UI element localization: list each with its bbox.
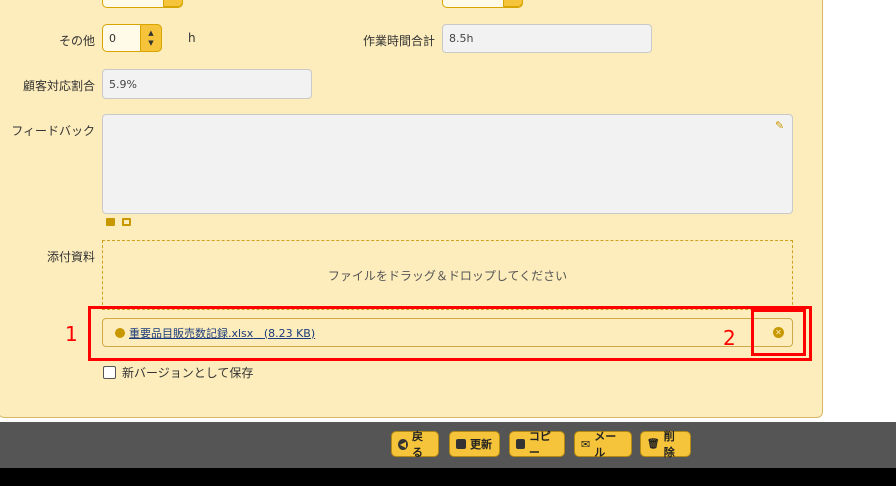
annotation-marker-1: 1 — [65, 322, 78, 346]
other-label: その他 — [58, 34, 95, 48]
top-left-stepper-stub[interactable]: ▼ — [102, 0, 183, 8]
back-button[interactable]: ◀ 戻る — [391, 430, 439, 459]
copy-button[interactable]: コピー — [509, 430, 565, 459]
delete-label: 削除 — [663, 430, 675, 459]
new-version-checkbox[interactable] — [103, 366, 116, 379]
annotation-marker-2: 2 — [723, 326, 736, 350]
chevron-down-icon[interactable]: ▼ — [163, 0, 183, 7]
annotation-box-1 — [88, 306, 812, 361]
envelope-icon: ✉ — [581, 437, 591, 451]
other-hours-stepper[interactable]: 0 ▲ ▼ — [102, 24, 162, 52]
attachment-label: 添付資料 — [46, 250, 95, 264]
chevron-up-icon[interactable]: ▲ — [148, 28, 153, 38]
delete-button[interactable]: 🗑 削除 — [640, 430, 691, 459]
total-hours-label: 作業時間合計 — [362, 34, 435, 48]
chevron-down-icon[interactable]: ▼ — [148, 38, 153, 48]
bottom-strip — [0, 468, 896, 486]
copy-label: コピー — [528, 430, 551, 459]
total-hours-field: 8.5h — [442, 24, 652, 53]
back-label: 戻る — [412, 430, 423, 459]
mail-label: メール — [594, 430, 617, 459]
table-icon[interactable] — [122, 218, 131, 226]
total-hours-value: 8.5h — [449, 32, 474, 45]
other-unit: h — [188, 31, 196, 45]
stepper-buttons[interactable]: ▲ ▼ — [140, 24, 162, 52]
save-icon — [456, 439, 466, 449]
footer-bar — [0, 422, 896, 468]
update-label: 更新 — [470, 438, 492, 451]
top-right-stepper-stub[interactable]: ▼ — [442, 0, 523, 8]
pencil-icon[interactable]: ✎ — [775, 119, 784, 132]
copy-icon — [516, 439, 525, 449]
trash-icon: 🗑 — [647, 438, 660, 450]
chevron-down-icon[interactable]: ▼ — [503, 0, 523, 7]
customer-ratio-field: 5.9% — [102, 69, 312, 99]
new-version-label[interactable]: 新バージョンとして保存 — [122, 364, 253, 381]
customer-ratio-label: 顧客対応割合 — [22, 79, 95, 93]
mail-button[interactable]: ✉ メール — [574, 430, 632, 459]
annotation-box-2 — [751, 309, 806, 356]
customer-ratio-value: 5.9% — [109, 77, 137, 91]
other-hours-value[interactable]: 0 — [109, 32, 116, 45]
dropzone-text: ファイルをドラッグ＆ドロップしてください — [327, 268, 568, 283]
arrow-left-icon: ◀ — [398, 438, 408, 450]
file-dropzone[interactable]: ファイルをドラッグ＆ドロップしてください — [102, 240, 793, 310]
update-button[interactable]: 更新 — [449, 431, 500, 457]
image-icon[interactable] — [106, 218, 115, 226]
feedback-label: フィードバック — [11, 124, 95, 138]
feedback-textarea[interactable] — [102, 114, 793, 214]
